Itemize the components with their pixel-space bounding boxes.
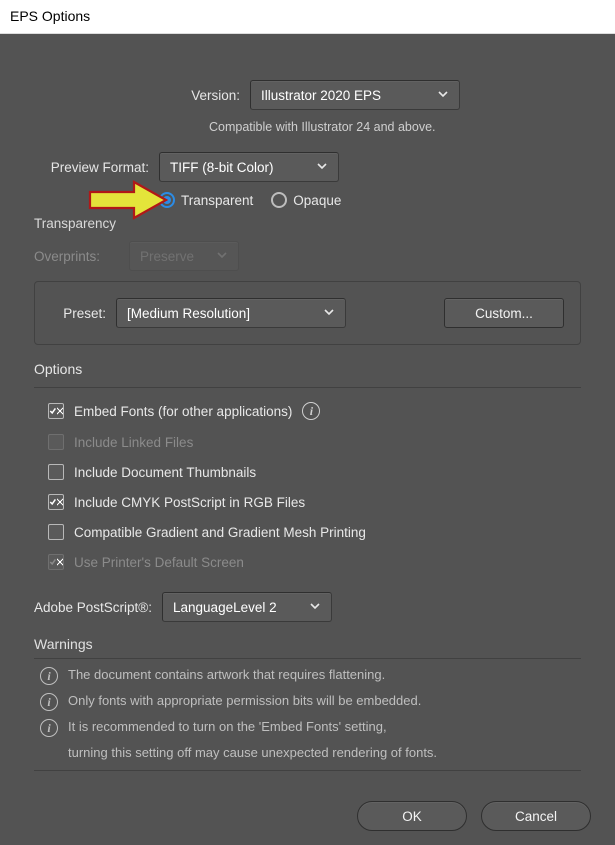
chevron-down-icon: [316, 160, 328, 175]
compatible-gradient-option[interactable]: Compatible Gradient and Gradient Mesh Pr…: [48, 524, 581, 540]
overprints-value: Preserve: [140, 249, 194, 264]
opaque-label: Opaque: [293, 193, 341, 208]
dialog-footer: OK Cancel: [357, 801, 591, 831]
custom-button[interactable]: Custom...: [444, 298, 564, 328]
transparent-radio[interactable]: Transparent: [159, 192, 253, 208]
overprints-label: Overprints:: [34, 249, 119, 264]
checkbox-icon[interactable]: [48, 464, 64, 480]
include-linked-label: Include Linked Files: [74, 435, 193, 450]
preset-select[interactable]: [Medium Resolution]: [116, 298, 346, 328]
printer-default-option: Use Printer's Default Screen: [48, 554, 581, 570]
postscript-value: LanguageLevel 2: [173, 600, 277, 615]
overprints-select: Preserve: [129, 241, 239, 271]
opaque-radio[interactable]: Opaque: [271, 192, 341, 208]
preset-label: Preset:: [51, 306, 106, 321]
transparent-label: Transparent: [181, 193, 253, 208]
preview-format-select[interactable]: TIFF (8-bit Color): [159, 152, 339, 182]
include-cmyk-option[interactable]: Include CMYK PostScript in RGB Files: [48, 494, 581, 510]
info-icon: i: [40, 667, 58, 685]
checkbox-checked-icon[interactable]: [48, 494, 64, 510]
info-icon[interactable]: i: [302, 402, 320, 420]
warning-line-continuation: turning this setting off may cause unexp…: [68, 745, 581, 760]
chevron-down-icon: [216, 249, 228, 264]
checkbox-checked-icon[interactable]: [48, 403, 64, 419]
dialog-body: Version: Illustrator 2020 EPS Compatible…: [0, 34, 615, 845]
preview-format-value: TIFF (8-bit Color): [170, 160, 274, 175]
info-icon: i: [40, 719, 58, 737]
version-helptext: Compatible with Illustrator 24 and above…: [209, 120, 581, 134]
version-select[interactable]: Illustrator 2020 EPS: [250, 80, 460, 110]
eps-options-window: EPS Options Version: Illustrator 2020 EP…: [0, 0, 615, 845]
cancel-button[interactable]: Cancel: [481, 801, 591, 831]
chevron-down-icon: [437, 88, 449, 103]
options-section-title: Options: [34, 361, 615, 377]
window-title: EPS Options: [10, 8, 90, 24]
include-cmyk-label: Include CMYK PostScript in RGB Files: [74, 495, 305, 510]
checkbox-icon: [48, 434, 64, 450]
include-thumbnails-option[interactable]: Include Document Thumbnails: [48, 464, 581, 480]
embed-fonts-label: Embed Fonts (for other applications): [74, 404, 292, 419]
printer-default-label: Use Printer's Default Screen: [74, 555, 244, 570]
embed-fonts-option[interactable]: Embed Fonts (for other applications) i: [48, 402, 581, 420]
warning-1: The document contains artwork that requi…: [68, 667, 385, 682]
version-label: Version:: [155, 88, 240, 103]
warning-3a: It is recommended to turn on the 'Embed …: [68, 719, 387, 734]
version-value: Illustrator 2020 EPS: [261, 88, 381, 103]
info-icon: i: [40, 693, 58, 711]
preview-format-label: Preview Format:: [34, 160, 149, 175]
radio-unselected-icon: [271, 192, 287, 208]
titlebar: EPS Options: [0, 0, 615, 34]
chevron-down-icon: [309, 600, 321, 615]
warning-line: i The document contains artwork that req…: [40, 667, 581, 685]
preset-panel: Preset: [Medium Resolution] Custom...: [34, 281, 581, 345]
warnings-section-title: Warnings: [34, 636, 581, 652]
warning-line: i Only fonts with appropriate permission…: [40, 693, 581, 711]
preset-value: [Medium Resolution]: [127, 306, 250, 321]
radio-selected-icon: [159, 192, 175, 208]
postscript-select[interactable]: LanguageLevel 2: [162, 592, 332, 622]
compatible-gradient-label: Compatible Gradient and Gradient Mesh Pr…: [74, 525, 366, 540]
ok-button[interactable]: OK: [357, 801, 467, 831]
warning-line: i It is recommended to turn on the 'Embe…: [40, 719, 581, 737]
transparency-section-title: Transparency: [34, 216, 581, 231]
postscript-label: Adobe PostScript®:: [34, 600, 152, 615]
checkbox-icon[interactable]: [48, 524, 64, 540]
chevron-down-icon: [323, 306, 335, 321]
include-linked-option: Include Linked Files: [48, 434, 581, 450]
warning-3b: turning this setting off may cause unexp…: [68, 745, 437, 760]
warning-2: Only fonts with appropriate permission b…: [68, 693, 421, 708]
include-thumbnails-label: Include Document Thumbnails: [74, 465, 256, 480]
checkbox-checked-icon: [48, 554, 64, 570]
